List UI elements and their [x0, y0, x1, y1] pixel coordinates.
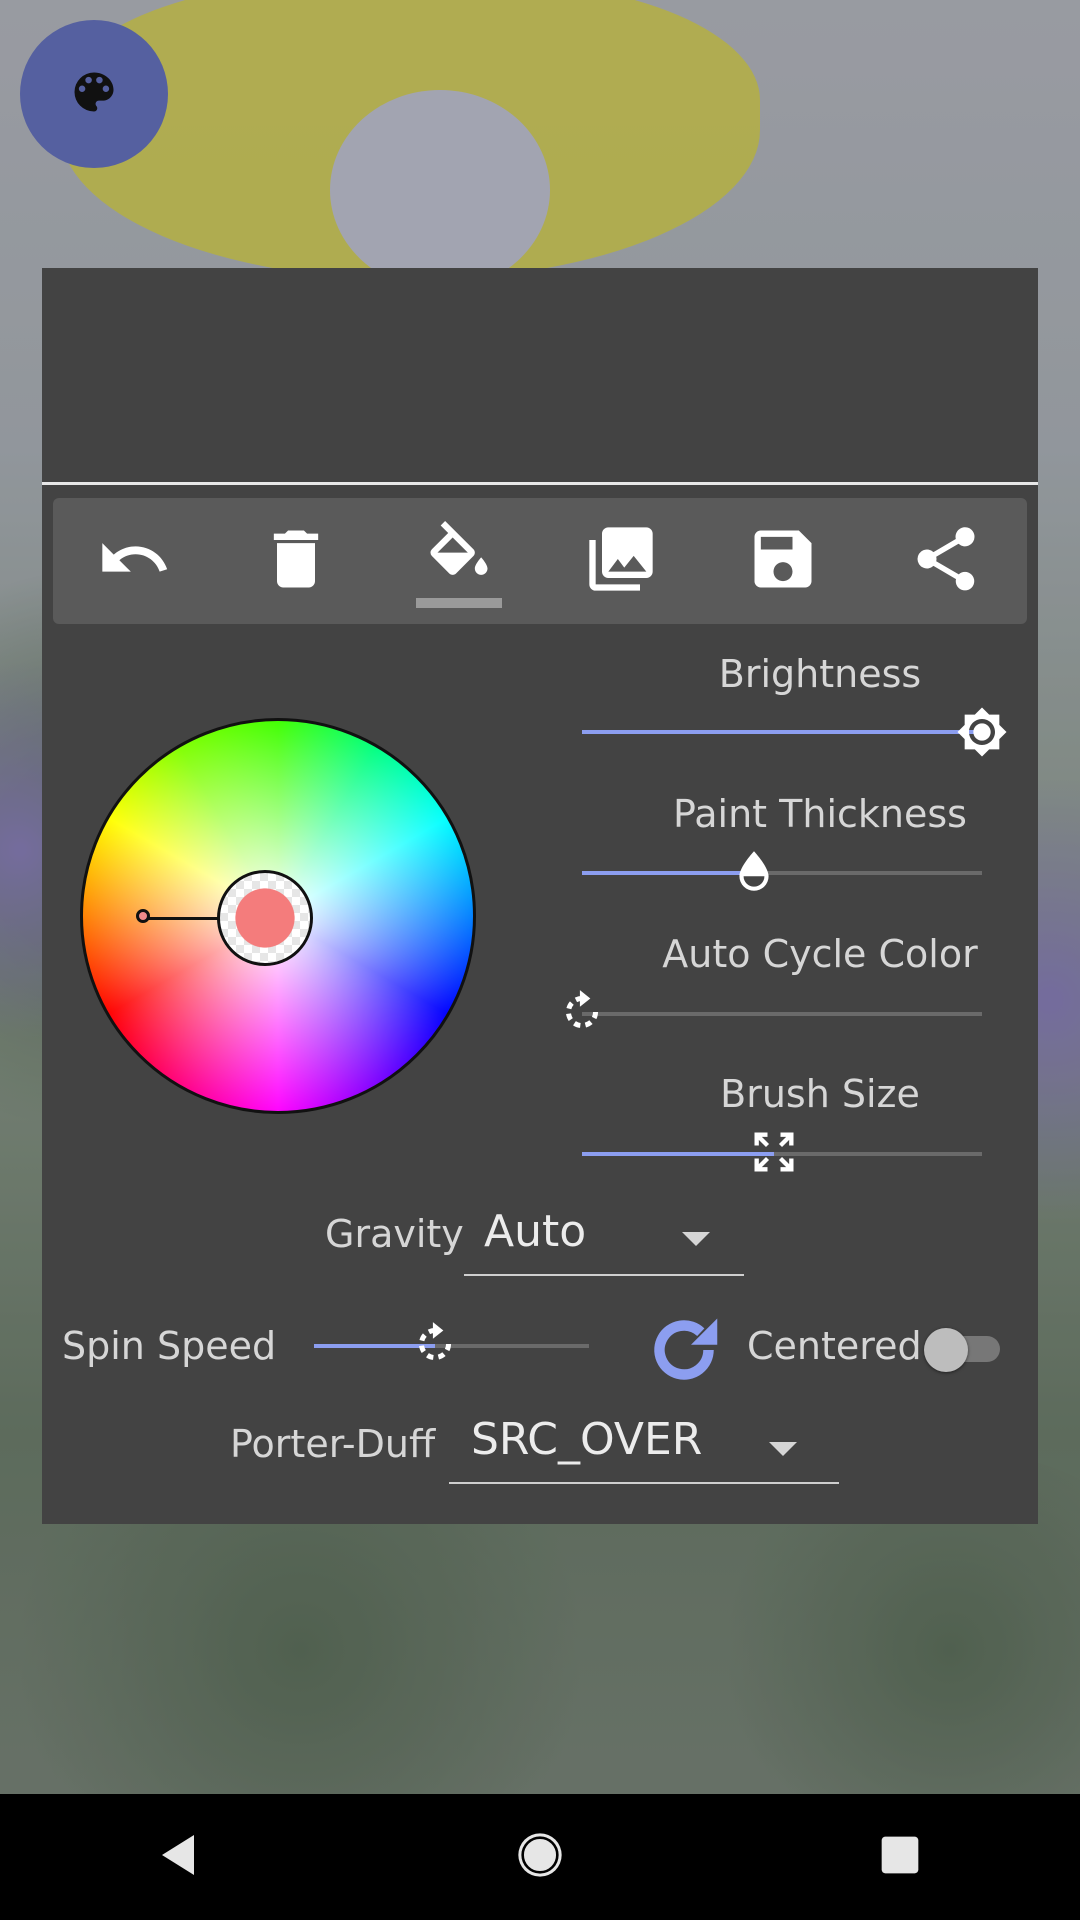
nav-back-button[interactable] [120, 1797, 240, 1917]
share-icon [908, 521, 984, 601]
fill-button[interactable] [404, 506, 514, 616]
brush-size-label: Brush Size [720, 1072, 920, 1116]
toolbar [53, 498, 1027, 624]
brightness-icon[interactable] [956, 706, 1008, 758]
back-triangle-icon [156, 1831, 204, 1883]
porter-duff-value: SRC_OVER [471, 1414, 703, 1465]
centered-switch-knob [924, 1328, 968, 1372]
drop-icon[interactable] [728, 845, 780, 897]
recents-square-icon [878, 1833, 922, 1881]
auto-cycle-color-slider[interactable] [565, 990, 982, 1029]
system-nav-bar [0, 1794, 1080, 1920]
auto-cycle-color-label: Auto Cycle Color [662, 932, 978, 976]
trash-icon [258, 521, 334, 601]
rotate-clockwise-icon [642, 1318, 726, 1396]
brightness-label: Brightness [718, 652, 922, 696]
color-handle-line [144, 917, 218, 920]
centered-label: Centered [747, 1324, 922, 1368]
undo-icon [96, 521, 172, 601]
centered-switch[interactable] [924, 1328, 1008, 1372]
palette-icon [68, 66, 120, 122]
gravity-value: Auto [484, 1206, 587, 1257]
selected-color-swatch [217, 870, 313, 966]
gravity-label: Gravity [325, 1212, 464, 1256]
gravity-dropdown[interactable]: Auto [464, 1202, 744, 1276]
paint-thickness-label: Paint Thickness [673, 792, 967, 836]
spin-icon[interactable] [409, 1318, 461, 1370]
undo-button[interactable] [79, 506, 189, 616]
save-button[interactable] [728, 506, 838, 616]
cycle-icon[interactable] [556, 986, 608, 1038]
spin-speed-slider[interactable] [314, 1322, 589, 1361]
clear-button[interactable] [241, 506, 351, 616]
color-handle[interactable] [136, 909, 150, 923]
brightness-slider[interactable] [582, 707, 1007, 757]
expand-icon[interactable] [748, 1126, 800, 1178]
spin-speed-label: Spin Speed [62, 1324, 277, 1368]
spin-direction-button[interactable] [642, 1308, 726, 1392]
brush-preview [42, 268, 1038, 485]
brush-size-slider-fill [582, 1152, 774, 1156]
porter-duff-dropdown[interactable]: SRC_OVER [449, 1410, 839, 1484]
home-circle-icon [514, 1829, 566, 1885]
nav-home-button[interactable] [480, 1797, 600, 1917]
paint-thickness-slider[interactable] [582, 851, 982, 891]
chevron-down-icon [682, 1232, 710, 1246]
paint-bucket-icon [421, 521, 497, 601]
nav-recents-button[interactable] [840, 1797, 960, 1917]
settings-panel: Brightness Paint Thickness Auto Cycle Co… [42, 268, 1038, 1524]
share-button[interactable] [891, 506, 1001, 616]
chevron-down-icon [769, 1442, 797, 1456]
palette-button[interactable] [20, 20, 168, 168]
save-icon [745, 521, 821, 601]
gallery-icon [583, 521, 659, 601]
brightness-slider-fill [582, 730, 982, 734]
porter-duff-label: Porter-Duff [230, 1422, 436, 1466]
gallery-button[interactable] [566, 506, 676, 616]
brush-size-slider[interactable] [582, 1132, 982, 1172]
color-wheel[interactable] [80, 718, 480, 1118]
